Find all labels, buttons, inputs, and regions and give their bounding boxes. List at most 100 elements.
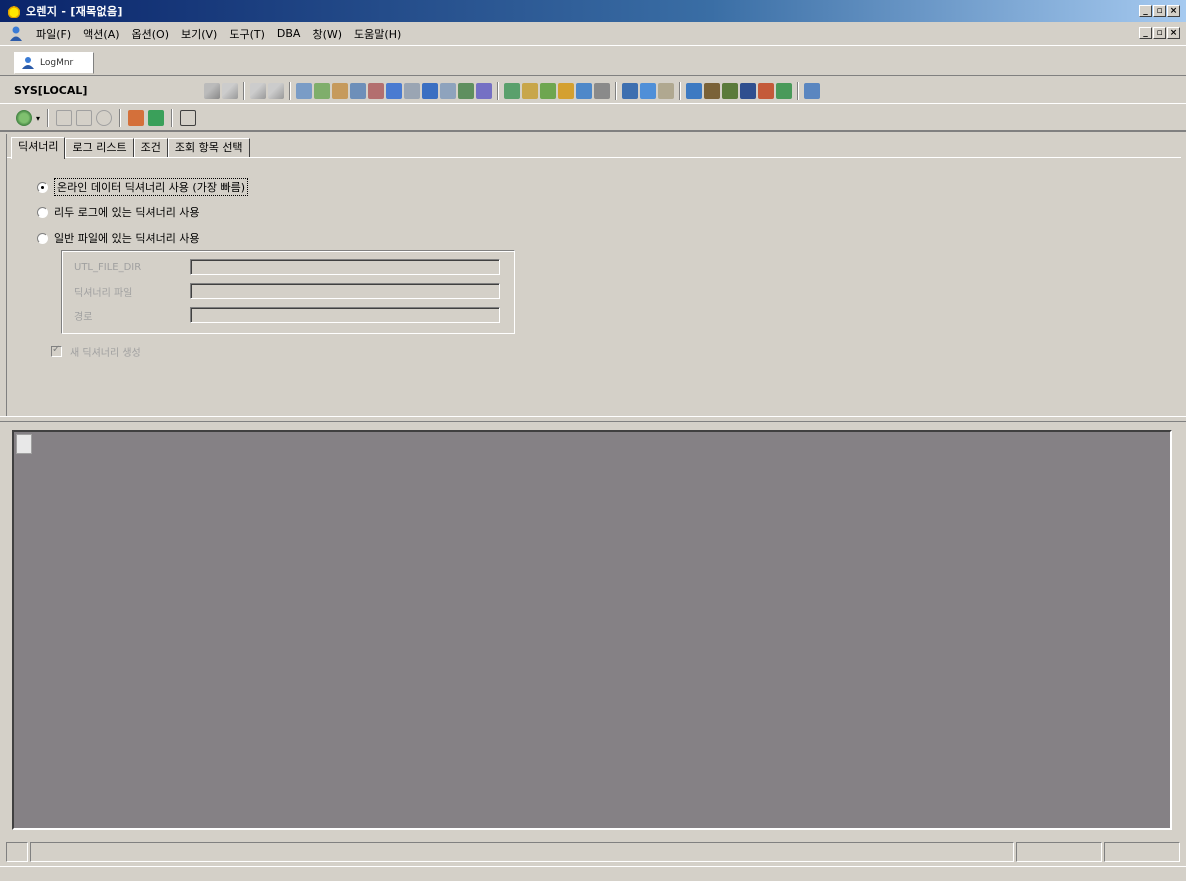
step-icon[interactable] bbox=[222, 82, 238, 99]
radio-online-dictionary[interactable] bbox=[37, 181, 48, 193]
path-field[interactable] bbox=[190, 307, 500, 323]
toolbar-icons bbox=[204, 81, 820, 100]
doc-tab-label: LogMnr bbox=[40, 58, 74, 68]
disk-icon[interactable] bbox=[686, 82, 702, 99]
database-icon[interactable] bbox=[422, 82, 438, 99]
refresh-icon[interactable] bbox=[16, 110, 32, 126]
minimize-button[interactable]: _ bbox=[1139, 5, 1152, 17]
app-icon bbox=[8, 4, 20, 18]
security-icon[interactable] bbox=[640, 82, 656, 99]
status-pane-info bbox=[1016, 842, 1102, 862]
minimized-window[interactable] bbox=[16, 434, 32, 454]
maximize-button[interactable]: ▫ bbox=[1153, 5, 1166, 17]
sql-editor-icon[interactable] bbox=[296, 82, 312, 99]
start-mining-icon[interactable] bbox=[56, 110, 73, 126]
tab-dictionary[interactable]: 딕셔너리 bbox=[11, 137, 66, 159]
tool-icon[interactable] bbox=[704, 82, 720, 99]
close-button[interactable]: × bbox=[1167, 5, 1180, 17]
bottom-strip bbox=[0, 866, 1186, 881]
toolbar-separator bbox=[119, 109, 122, 127]
save-icon[interactable] bbox=[148, 110, 165, 126]
compare-icon[interactable] bbox=[758, 82, 774, 99]
utl-file-dir-field[interactable] bbox=[190, 259, 500, 275]
run-icon[interactable] bbox=[204, 82, 220, 99]
search-icon[interactable] bbox=[776, 82, 792, 99]
status-pane-message bbox=[30, 842, 1014, 862]
option-online-dictionary-label: 온라인 데이터 딕셔너리 사용 (가장 빠름) bbox=[54, 178, 248, 196]
title-bar: 오렌지 - [재목없음] _ ▫ × bbox=[0, 0, 1186, 22]
option-redo-dictionary[interactable]: 리두 로그에 있는 딕셔너리 사용 bbox=[37, 204, 200, 220]
main-toolbar: SYS[LOCAL] bbox=[0, 78, 1186, 104]
user-icon[interactable] bbox=[8, 26, 24, 42]
stop-mining-icon[interactable] bbox=[76, 110, 93, 126]
next-icon[interactable] bbox=[250, 82, 266, 99]
menu-view[interactable]: 보기(V) bbox=[175, 26, 223, 42]
chart-icon[interactable] bbox=[386, 82, 402, 99]
create-dictionary-checkbox[interactable] bbox=[51, 344, 62, 357]
graph-icon[interactable] bbox=[722, 82, 738, 99]
network-icon[interactable] bbox=[576, 82, 592, 99]
flatfile-groupbox: UTL_FILE_DIR 딕셔너리 파일 경로 bbox=[61, 250, 515, 334]
window-controls: _ ▫ × bbox=[1139, 5, 1180, 17]
dictionary-file-field[interactable] bbox=[190, 283, 500, 299]
connection-label: SYS[LOCAL] bbox=[14, 84, 88, 97]
radio-flatfile-dictionary[interactable] bbox=[37, 232, 48, 244]
lock-icon[interactable] bbox=[522, 82, 538, 99]
explain-icon[interactable] bbox=[368, 82, 384, 99]
tab-conditions[interactable]: 조건 bbox=[133, 138, 168, 158]
create-dictionary-option[interactable]: 새 딕셔너리 생성 bbox=[51, 344, 141, 359]
menu-window[interactable]: 창(W) bbox=[306, 26, 348, 42]
menu-dba[interactable]: DBA bbox=[271, 27, 307, 40]
backup-icon[interactable] bbox=[594, 82, 610, 99]
tab-log-list[interactable]: 로그 리스트 bbox=[65, 138, 134, 158]
shield-icon[interactable] bbox=[622, 82, 638, 99]
logminer-toolbar: ▾ bbox=[0, 106, 1186, 132]
toolbar-separator bbox=[615, 81, 617, 100]
menu-options[interactable]: 옵션(O) bbox=[126, 26, 175, 42]
toolbar-separator bbox=[171, 109, 174, 127]
menu-help[interactable]: 도움말(H) bbox=[348, 26, 407, 42]
table-icon[interactable] bbox=[332, 82, 348, 99]
menu-file[interactable]: 파일(F) bbox=[30, 26, 77, 42]
chevron-down-icon[interactable]: ▾ bbox=[36, 114, 40, 123]
splitter[interactable] bbox=[0, 416, 1186, 422]
globe-icon[interactable] bbox=[476, 82, 492, 99]
menu-tools[interactable]: 도구(T) bbox=[223, 26, 271, 42]
document-tabstrip: LogMnr bbox=[0, 48, 1186, 76]
report-icon[interactable] bbox=[440, 82, 456, 99]
tuning-icon[interactable] bbox=[458, 82, 474, 99]
create-dictionary-label: 새 딕셔너리 생성 bbox=[70, 348, 141, 359]
stats-icon[interactable] bbox=[740, 82, 756, 99]
status-pane-extra bbox=[1104, 842, 1180, 862]
mdi-window-controls: _ ▫ × bbox=[1139, 27, 1180, 39]
menu-action[interactable]: 액션(A) bbox=[77, 26, 125, 42]
doc-tab-logmnr[interactable]: LogMnr bbox=[14, 52, 94, 74]
schema-browser-icon[interactable] bbox=[314, 82, 330, 99]
toolbar-separator bbox=[679, 81, 681, 100]
tab-select-columns[interactable]: 조회 항목 선택 bbox=[167, 138, 250, 158]
export-icon[interactable] bbox=[180, 110, 197, 126]
user-manager-icon[interactable] bbox=[540, 82, 556, 99]
status-pane-indicator bbox=[6, 842, 28, 862]
toolbar-separator bbox=[47, 109, 50, 127]
session-icon[interactable] bbox=[504, 82, 520, 99]
option-online-dictionary[interactable]: 온라인 데이터 딕셔너리 사용 (가장 빠름) bbox=[37, 178, 248, 196]
clear-icon[interactable] bbox=[96, 110, 113, 126]
storage-icon[interactable] bbox=[558, 82, 574, 99]
calendar-icon[interactable] bbox=[658, 82, 674, 99]
open-icon[interactable] bbox=[128, 110, 145, 126]
mdi-close-button[interactable]: × bbox=[1167, 27, 1180, 39]
settings-tabs: 딕셔너리 로그 리스트 조건 조회 항목 선택 bbox=[11, 137, 250, 159]
option-flatfile-dictionary-label: 일반 파일에 있는 딕셔너리 사용 bbox=[54, 232, 200, 245]
radio-redo-dictionary[interactable] bbox=[37, 206, 48, 218]
window-icon[interactable] bbox=[804, 82, 820, 99]
toolbar-separator bbox=[797, 81, 799, 100]
toolbar-separator bbox=[289, 81, 291, 100]
monitor-icon[interactable] bbox=[404, 82, 420, 99]
mdi-minimize-button[interactable]: _ bbox=[1139, 27, 1152, 39]
prev-icon[interactable] bbox=[268, 82, 284, 99]
grid-icon[interactable] bbox=[350, 82, 366, 99]
option-flatfile-dictionary[interactable]: 일반 파일에 있는 딕셔너리 사용 bbox=[37, 230, 200, 246]
tabs-baseline bbox=[7, 157, 1181, 158]
mdi-restore-button[interactable]: ▫ bbox=[1153, 27, 1166, 39]
